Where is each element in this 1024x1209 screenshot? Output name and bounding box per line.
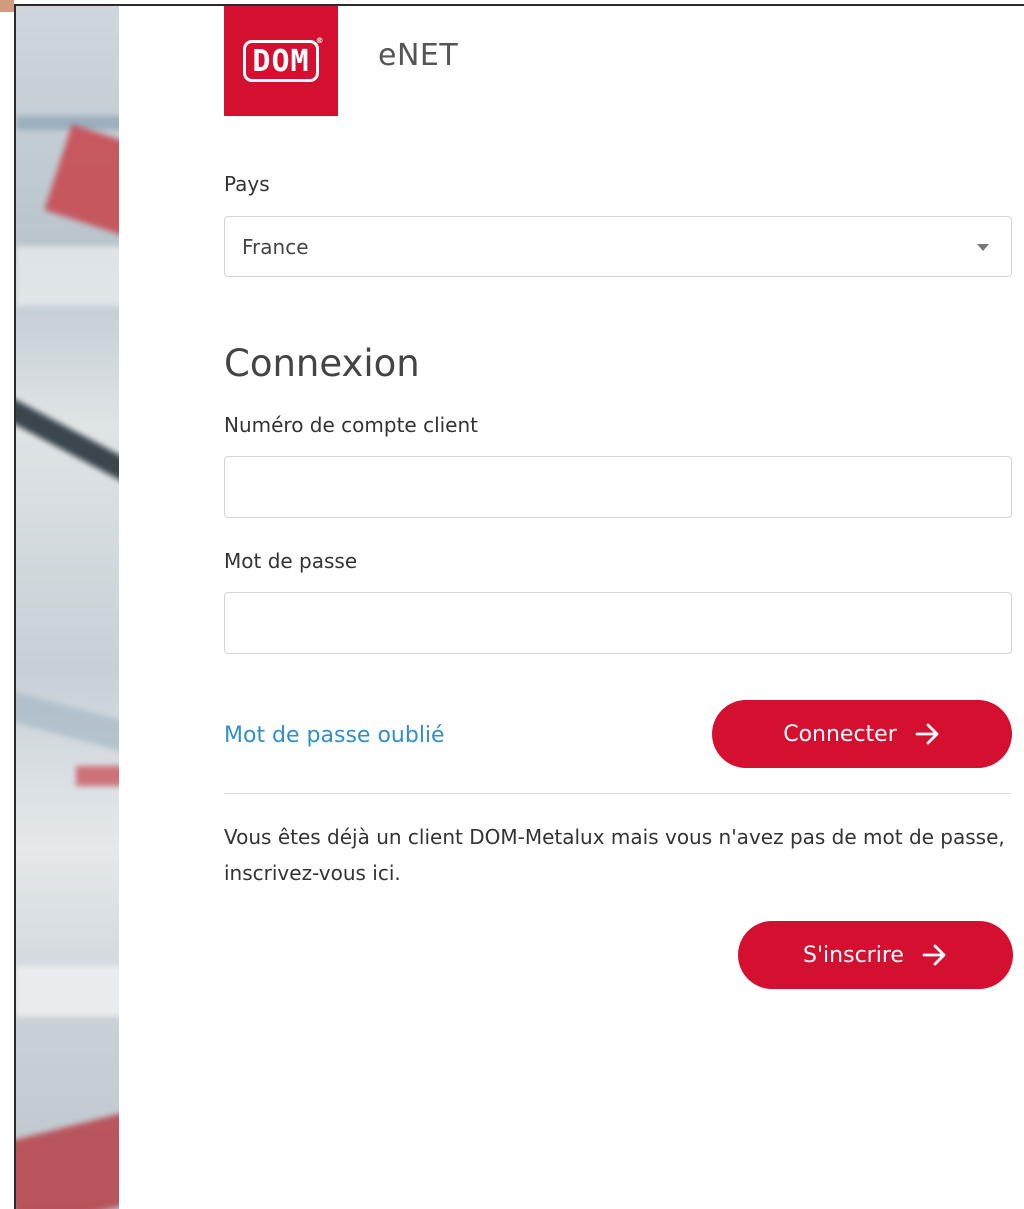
country-label: Pays	[224, 172, 270, 196]
caret-down-icon	[977, 244, 989, 251]
account-number-label: Numéro de compte client	[224, 413, 479, 437]
register-button[interactable]: S'inscrire	[738, 921, 1013, 989]
app-name: eNET	[378, 38, 459, 73]
password-label: Mot de passe	[224, 549, 358, 573]
password-input[interactable]	[224, 592, 1012, 654]
logo-wordmark: DOM ®	[243, 37, 324, 82]
register-button-label: S'inscrire	[803, 942, 904, 968]
register-info-text: Vous êtes déjà un client DOM-Metalux mai…	[224, 825, 1005, 885]
connect-button-label: Connecter	[783, 721, 897, 747]
divider	[224, 793, 1012, 794]
country-selected-value: France	[242, 235, 309, 259]
arrow-right-icon	[915, 723, 939, 745]
corner-artifact	[0, 0, 14, 12]
frame-top-border	[14, 4, 1024, 6]
login-title: Connexion	[224, 342, 420, 385]
connect-button[interactable]: Connecter	[712, 700, 1012, 768]
arrow-right-icon	[922, 944, 946, 966]
login-page: DOM ® eNET Pays France Connexion Numéro d…	[0, 0, 1024, 1209]
account-number-input[interactable]	[224, 456, 1012, 518]
country-select[interactable]: France	[224, 216, 1012, 277]
forgot-password-link[interactable]: Mot de passe oublié	[224, 723, 445, 748]
side-background-image	[16, 6, 119, 1209]
dom-logo: DOM ®	[224, 6, 338, 116]
